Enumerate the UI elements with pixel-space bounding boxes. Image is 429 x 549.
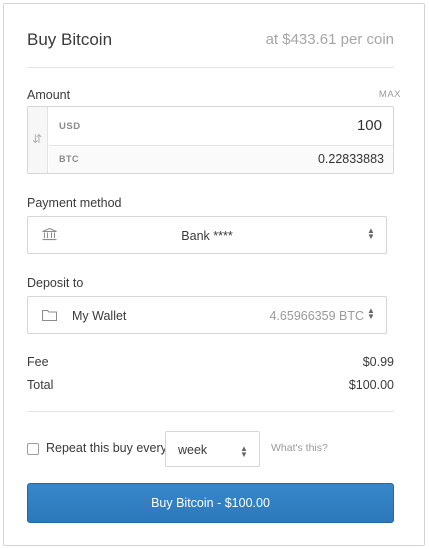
- repeat-label[interactable]: Repeat this buy every: [46, 441, 167, 455]
- btc-currency-label: BTC: [59, 154, 79, 164]
- deposit-wallet-select[interactable]: My Wallet 4.65966359 BTC ▲ ▼: [27, 296, 387, 334]
- total-label: Total: [27, 378, 54, 392]
- payment-method-value: Bank ****: [181, 229, 233, 243]
- card-header: Buy Bitcoin at $433.61 per coin: [27, 30, 394, 52]
- divider: [27, 67, 394, 68]
- select-caret-icon: ▲ ▼: [367, 226, 375, 241]
- repeat-frequency-select[interactable]: week ▲ ▼: [165, 431, 260, 467]
- page-title: Buy Bitcoin: [27, 30, 113, 49]
- payment-method-select[interactable]: Bank **** ▲ ▼: [27, 216, 387, 254]
- deposit-to-label: Deposit to: [27, 276, 84, 290]
- exchange-rate: at $433.61 per coin: [265, 31, 394, 48]
- currency-swap-button[interactable]: ⇵: [28, 107, 48, 173]
- buy-bitcoin-button[interactable]: Buy Bitcoin - $100.00: [27, 483, 394, 523]
- payment-method-label: Payment method: [27, 196, 122, 210]
- fee-label: Fee: [27, 355, 49, 369]
- folder-icon: [42, 310, 57, 321]
- max-button[interactable]: MAX: [379, 89, 401, 100]
- usd-amount-value[interactable]: 100: [357, 117, 382, 134]
- amount-input-group: ⇵ USD 100 BTC 0.22833883: [27, 106, 394, 174]
- select-caret-icon: ▲ ▼: [240, 444, 248, 459]
- btc-amount-value[interactable]: 0.22833883: [318, 152, 384, 166]
- select-caret-icon: ▲ ▼: [367, 306, 375, 321]
- total-value: $100.00: [348, 378, 394, 392]
- repeat-checkbox[interactable]: [27, 443, 39, 455]
- divider: [27, 411, 394, 412]
- wallet-balance: 4.65966359 BTC: [269, 309, 364, 323]
- usd-currency-label: USD: [59, 121, 81, 132]
- whats-this-link[interactable]: What's this?: [271, 442, 328, 454]
- repeat-frequency-value: week: [178, 443, 208, 457]
- swap-vertical-icon: ⇵: [32, 132, 43, 146]
- amount-label: Amount: [27, 88, 71, 102]
- wallet-name: My Wallet: [72, 309, 127, 323]
- btc-amount-field[interactable]: BTC 0.22833883: [49, 147, 393, 173]
- usd-amount-field[interactable]: USD 100: [49, 107, 393, 146]
- fee-value: $0.99: [362, 355, 394, 369]
